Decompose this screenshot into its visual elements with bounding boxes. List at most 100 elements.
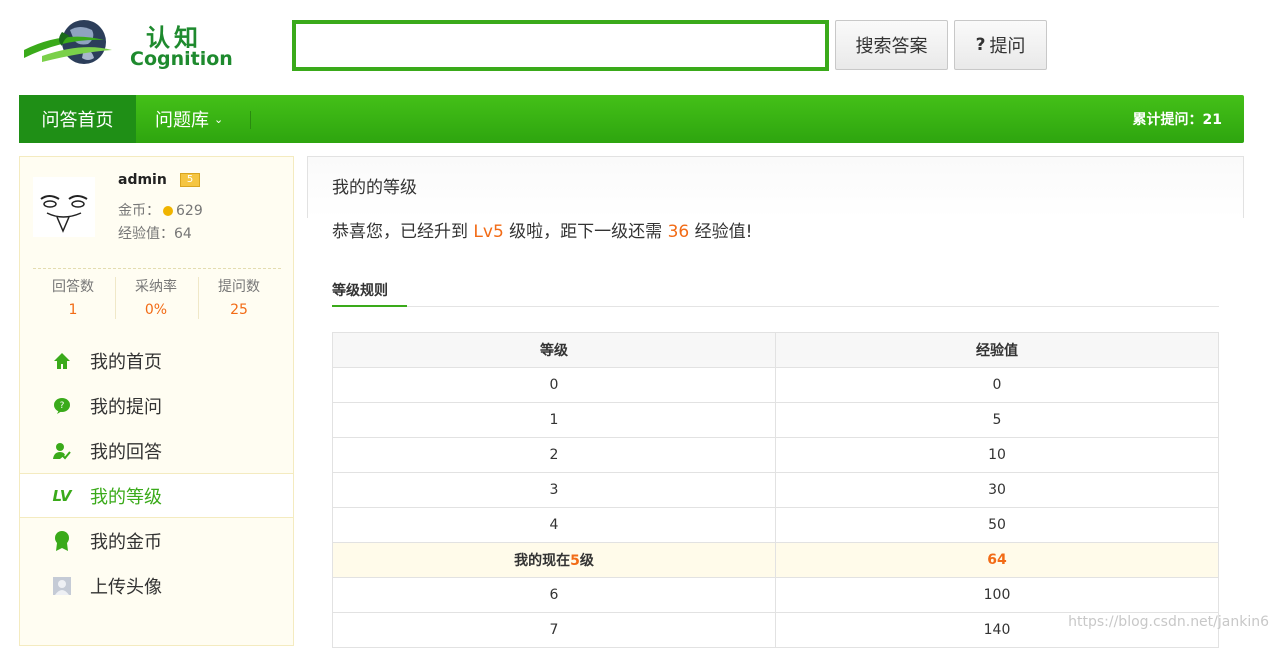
nav-question-library[interactable]: 问题库 ⌄ (155, 95, 223, 143)
logo[interactable]: 认知 Cognition (22, 16, 252, 76)
stats-divider (33, 268, 281, 269)
coins-label: 金币： (118, 203, 160, 219)
header: 认知 Cognition 搜索答案 ? 提问 (0, 0, 1275, 94)
current-prefix: 我的现在 (514, 553, 571, 569)
exp-needed: 36 (667, 222, 690, 242)
watermark: https://blog.csdn.net/jankin6 (1068, 614, 1269, 630)
stat-answers: 回答数 1 (32, 276, 114, 318)
nav-question-library-label: 问题库 (155, 110, 209, 131)
congrats-prefix: 恭喜您，已经升到 (332, 222, 474, 242)
menu-item-label: 上传头像 (90, 576, 162, 598)
congrats-middle: 级啦，距下一级还需 (503, 222, 668, 242)
exp-cell: 50 (775, 507, 1219, 543)
stat-value: 25 (230, 302, 248, 318)
menu-item-upload-avatar[interactable]: 上传头像 (20, 563, 293, 608)
main-content: 我的的等级 恭喜您，已经升到 Lv5 级啦，距下一级还需 36 经验值! 等级规… (307, 156, 1244, 648)
column-header-level: 等级 (332, 332, 776, 368)
total-questions-stat: 累计提问：21 (1132, 112, 1222, 128)
stat-label: 提问数 (218, 279, 260, 295)
search-answers-button[interactable]: 搜索答案 (835, 20, 948, 70)
exp-cell: 5 (775, 402, 1219, 438)
coins-row: 金币： 629 (118, 200, 203, 220)
level-congrats-message: 恭喜您，已经升到 Lv5 级啦，距下一级还需 36 经验值! (332, 217, 752, 242)
exp-value: 64 (174, 226, 192, 242)
table-row: 2 10 (332, 437, 1219, 473)
logo-english-text: Cognition (130, 48, 233, 70)
avatar[interactable] (33, 177, 95, 237)
mask-avatar-icon (40, 195, 88, 233)
panel-header (307, 156, 1244, 218)
coin-icon (163, 206, 173, 216)
stat-value: 0% (144, 302, 168, 318)
stat-value: 1 (68, 302, 78, 318)
table-row: 00 (332, 367, 1219, 403)
stat-label: 采纳率 (135, 279, 177, 295)
home-icon (52, 351, 72, 371)
table-row: 3 30 (332, 472, 1219, 508)
menu-item-label: 我的金币 (90, 531, 162, 553)
user-sidebar: admin 5 金币： 629 经验值：64 回答数 1 采纳率 0% 提问数 2… (19, 156, 294, 646)
main-navbar: 问答首页 问题库 ⌄ 累计提问：21 (19, 95, 1244, 143)
ask-question-button[interactable]: ? 提问 (954, 20, 1047, 70)
exp-cell: 10 (775, 437, 1219, 473)
level-cell: 3 (332, 472, 776, 508)
exp-row: 经验值：64 (118, 223, 192, 243)
menu-item-label: 我的首页 (90, 351, 162, 373)
level-cell: 1 (332, 402, 776, 438)
username[interactable]: admin (118, 172, 167, 188)
menu-item-my-level[interactable]: LV 我的等级 (20, 473, 293, 518)
table-header-row: 等级 经验值 (332, 332, 1219, 368)
question-bubble-icon: ? (52, 396, 72, 416)
exp-label: 经验值： (118, 226, 174, 242)
level-icon: LV (52, 486, 72, 505)
tab-level-rules[interactable]: 等级规则 (332, 280, 407, 307)
medal-icon (52, 530, 72, 551)
nav-home[interactable]: 问答首页 (19, 95, 136, 143)
search-box (292, 20, 829, 71)
table-row: 我的现在5级 64 (332, 542, 1219, 578)
table-body: 0 0 1 5 2 10 3 30 4 50 我的现在5级 64 6 100 7 140 (332, 367, 1219, 648)
avatar-upload-icon (52, 576, 72, 596)
tab-bar: 等级规则 (332, 280, 1219, 307)
table-row: 15 (332, 402, 1219, 438)
level-rules-table: 等级 经验值 0 0 1 5 2 10 3 30 4 50 我的现在5级 64 6 100 7 140 (332, 332, 1219, 648)
exp-cell: 0 (775, 367, 1219, 403)
globe-logo-icon (24, 20, 112, 64)
menu-item-my-coins[interactable]: 我的金币 (20, 518, 293, 563)
current-level: Lv5 (473, 222, 504, 242)
menu-item-label: 我的提问 (90, 396, 162, 418)
stat-questions: 提问数 25 (198, 276, 280, 318)
table-row: 4 50 (332, 507, 1219, 543)
svg-text:?: ? (60, 401, 65, 411)
level-cell: 4 (332, 507, 776, 543)
level-badge: 5 (180, 173, 200, 187)
menu-item-label: 我的回答 (90, 441, 162, 463)
congrats-suffix: 经验值! (689, 222, 753, 242)
column-header-exp: 经验值 (775, 332, 1219, 368)
coins-value: 629 (176, 203, 203, 219)
level-cell: 6 (332, 577, 776, 613)
menu-item-label: 我的等级 (90, 486, 162, 508)
level-cell: 2 (332, 437, 776, 473)
menu-item-my-answers[interactable]: 我的回答 (20, 428, 293, 473)
chevron-down-icon: ⌄ (214, 112, 224, 126)
exp-cell: 100 (775, 577, 1219, 613)
current-level-num: 5 (570, 553, 580, 569)
stat-label: 回答数 (52, 279, 94, 295)
menu-item-my-questions[interactable]: ? 我的提问 (20, 383, 293, 428)
table-row: 6 100 (332, 577, 1219, 613)
ask-question-label: 提问 (989, 36, 1026, 57)
current-suffix: 级 (579, 553, 594, 569)
current-level-cell: 我的现在5级 (332, 542, 776, 578)
current-exp-cell: 64 (775, 542, 1219, 578)
user-check-icon (52, 441, 72, 461)
menu-item-my-home[interactable]: 我的首页 (20, 338, 293, 383)
stat-accept-rate: 采纳率 0% (115, 276, 197, 318)
page-title: 我的的等级 (332, 178, 417, 198)
nav-divider (250, 111, 251, 129)
question-mark-icon: ? (975, 35, 986, 55)
level-cell: 7 (332, 612, 776, 648)
exp-cell: 30 (775, 472, 1219, 508)
level-cell: 0 (332, 367, 776, 403)
search-input[interactable] (296, 24, 825, 67)
